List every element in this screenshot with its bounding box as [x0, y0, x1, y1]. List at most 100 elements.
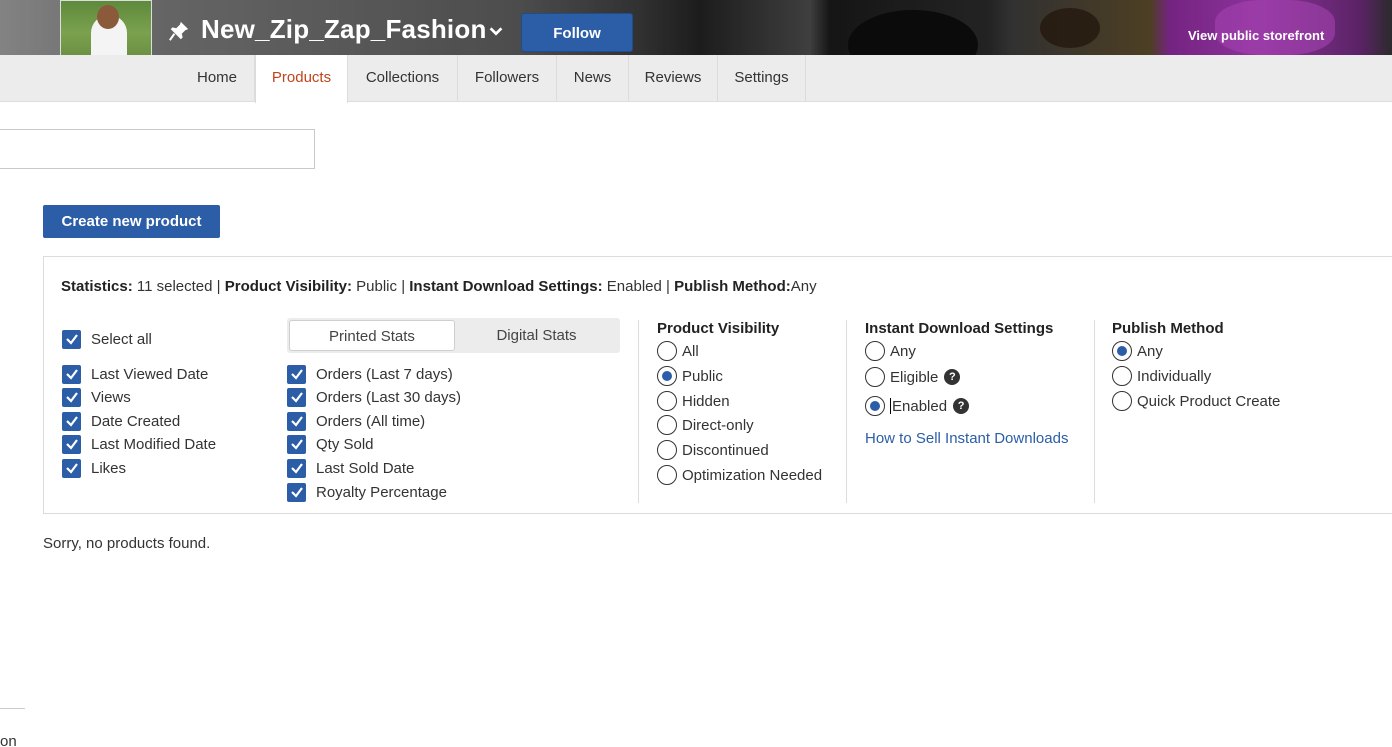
- stat-checkbox-last-sold[interactable]: Last Sold Date: [287, 458, 414, 478]
- stat-checkbox-last-modified[interactable]: Last Modified Date: [62, 434, 216, 454]
- checkbox-checked-icon[interactable]: [287, 387, 306, 407]
- filter-summary: Statistics: 11 selected | Product Visibi…: [61, 278, 817, 295]
- radio-label: Any: [1137, 342, 1163, 360]
- pin-icon[interactable]: [168, 20, 190, 42]
- stat-checkbox-orders-30[interactable]: Orders (Last 30 days): [287, 387, 461, 407]
- stat-checkbox-date-created[interactable]: Date Created: [62, 411, 180, 431]
- checkbox-label: Last Modified Date: [91, 435, 217, 453]
- radio-icon[interactable]: [1112, 366, 1132, 386]
- tab-news[interactable]: News: [557, 55, 629, 102]
- visibility-option-hidden[interactable]: Hidden: [657, 390, 730, 412]
- help-icon[interactable]: ?: [944, 369, 961, 385]
- radio-selected-icon[interactable]: [1112, 341, 1132, 361]
- search-input[interactable]: [0, 129, 315, 169]
- chevron-down-icon[interactable]: [487, 22, 505, 40]
- stat-checkbox-likes[interactable]: Likes: [62, 458, 126, 478]
- shop-name[interactable]: New_Zip_Zap_Fashion: [201, 14, 487, 45]
- checkbox-checked-icon[interactable]: [287, 364, 306, 384]
- visibility-title: Product Visibility: [657, 320, 780, 337]
- radio-label: Optimization Needed: [682, 466, 823, 484]
- radio-selected-icon[interactable]: [657, 366, 677, 386]
- radio-icon[interactable]: [657, 465, 677, 485]
- radio-label: All: [682, 342, 699, 360]
- tab-settings[interactable]: Settings: [718, 55, 806, 102]
- footer-text-fragment: on: [0, 733, 17, 747]
- tab-products[interactable]: Products: [255, 55, 348, 103]
- checkbox-checked-icon[interactable]: [287, 458, 306, 478]
- create-product-button[interactable]: Create new product: [43, 205, 220, 238]
- summary-instant-label: Instant Download Settings:: [409, 278, 603, 295]
- visibility-option-direct-only[interactable]: Direct-only: [657, 414, 754, 436]
- radio-label: Hidden: [682, 392, 730, 410]
- checkbox-label: Orders (Last 7 days): [316, 365, 453, 383]
- checkbox-checked-icon[interactable]: [62, 364, 81, 384]
- tab-followers[interactable]: Followers: [458, 55, 557, 102]
- tab-digital-stats[interactable]: Digital Stats: [455, 320, 618, 351]
- checkbox-checked-icon[interactable]: [62, 458, 81, 478]
- stat-checkbox-qty-sold[interactable]: Qty Sold: [287, 434, 374, 454]
- checkbox-label: Orders (Last 30 days): [316, 388, 462, 406]
- checkbox-checked-icon[interactable]: [62, 411, 81, 431]
- stat-checkbox-orders-all[interactable]: Orders (All time): [287, 411, 425, 431]
- summary-publish-label: Publish Method:: [674, 278, 791, 295]
- radio-label: Any: [890, 342, 916, 360]
- shop-nav: Home Products Collections Followers News…: [0, 55, 1392, 103]
- stats-tab-switcher: Printed Stats Digital Stats: [287, 318, 620, 353]
- radio-label: Discontinued: [682, 441, 769, 459]
- radio-icon[interactable]: [1112, 391, 1132, 411]
- checkbox-checked-icon[interactable]: [62, 329, 81, 349]
- radio-selected-icon[interactable]: [865, 396, 885, 416]
- summary-instant-value: Enabled: [606, 278, 662, 295]
- summary-visibility-label: Product Visibility:: [224, 278, 352, 295]
- checkbox-checked-icon[interactable]: [287, 411, 306, 431]
- tab-home[interactable]: Home: [180, 55, 255, 102]
- publish-option-any[interactable]: Any: [1112, 340, 1163, 362]
- visibility-option-discontinued[interactable]: Discontinued: [657, 439, 769, 461]
- checkbox-checked-icon[interactable]: [287, 482, 306, 502]
- checkbox-label: Royalty Percentage: [316, 483, 447, 501]
- avatar-figure-head: [97, 5, 119, 29]
- stat-checkbox-royalty[interactable]: Royalty Percentage: [287, 482, 447, 502]
- publish-option-quick-create[interactable]: Quick Product Create: [1112, 390, 1280, 412]
- radio-icon[interactable]: [657, 341, 677, 361]
- footer-divider: [0, 708, 25, 709]
- instant-option-any[interactable]: Any: [865, 340, 916, 362]
- instant-downloads-help-link[interactable]: How to Sell Instant Downloads: [865, 430, 1068, 447]
- publish-option-individually[interactable]: Individually: [1112, 365, 1211, 387]
- radio-icon[interactable]: [657, 391, 677, 411]
- view-storefront-link[interactable]: View public storefront: [1188, 28, 1324, 43]
- checkbox-checked-icon[interactable]: [287, 434, 306, 454]
- checkbox-checked-icon[interactable]: [62, 387, 81, 407]
- radio-label: Individually: [1137, 367, 1212, 385]
- text-cursor: [890, 398, 891, 414]
- stat-checkbox-orders-7[interactable]: Orders (Last 7 days): [287, 364, 453, 384]
- summary-separator: |: [401, 278, 406, 295]
- checkbox-checked-icon[interactable]: [62, 434, 81, 454]
- radio-icon[interactable]: [657, 415, 677, 435]
- tab-collections[interactable]: Collections: [348, 55, 458, 102]
- radio-icon[interactable]: [657, 440, 677, 460]
- radio-icon[interactable]: [865, 367, 885, 387]
- tab-printed-stats[interactable]: Printed Stats: [289, 320, 455, 351]
- select-all-checkbox[interactable]: Select all: [62, 329, 152, 349]
- stat-checkbox-views[interactable]: Views: [62, 387, 131, 407]
- empty-results-message: Sorry, no products found.: [43, 535, 211, 552]
- visibility-option-public[interactable]: Public: [657, 365, 723, 387]
- follow-button[interactable]: Follow: [521, 13, 633, 52]
- radio-icon[interactable]: [865, 341, 885, 361]
- visibility-option-all[interactable]: All: [657, 340, 699, 362]
- column-divider: [638, 320, 639, 503]
- summary-separator: |: [666, 278, 670, 295]
- checkbox-label: Select all: [91, 330, 152, 348]
- instant-option-eligible[interactable]: Eligible ?: [865, 366, 961, 388]
- instant-title: Instant Download Settings: [865, 320, 1054, 337]
- instant-option-enabled[interactable]: Enabled ?: [865, 395, 970, 417]
- checkbox-label: Last Viewed Date: [91, 365, 209, 383]
- visibility-option-optimization[interactable]: Optimization Needed: [657, 464, 822, 486]
- stat-checkbox-last-viewed[interactable]: Last Viewed Date: [62, 364, 208, 384]
- help-icon[interactable]: ?: [953, 398, 970, 414]
- radio-label: Direct-only: [682, 416, 754, 434]
- summary-separator: |: [216, 278, 221, 295]
- radio-label: Public: [682, 367, 723, 385]
- tab-reviews[interactable]: Reviews: [629, 55, 718, 102]
